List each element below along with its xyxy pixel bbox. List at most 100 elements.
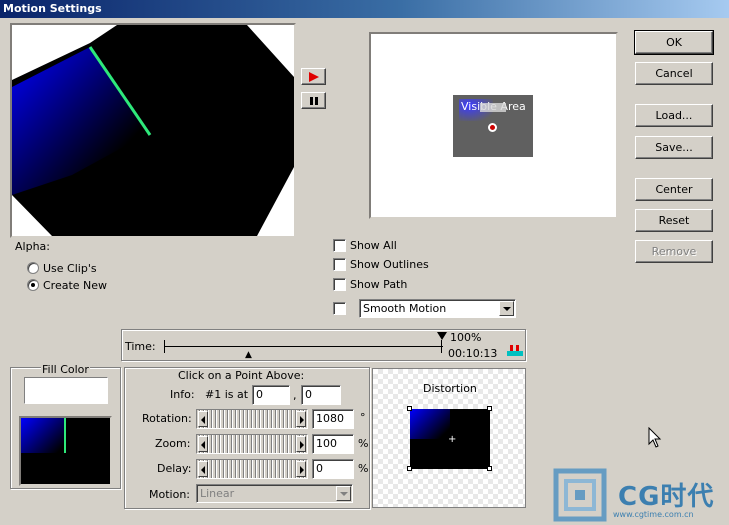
keyframe-icon[interactable] (507, 345, 523, 357)
show-path-label[interactable]: Show Path (350, 278, 407, 291)
time-track-end (441, 340, 442, 353)
alpha-label: Alpha: (15, 240, 50, 253)
rotation-unit: ° (360, 411, 366, 424)
play-icon (308, 71, 319, 82)
play-button[interactable] (301, 68, 326, 85)
delay-slider[interactable] (196, 459, 308, 479)
pause-icon (309, 96, 318, 105)
use-clips-radio[interactable] (27, 262, 39, 274)
zoom-decrease-icon[interactable] (198, 436, 208, 452)
distortion-handle-bottom-right[interactable] (487, 466, 492, 471)
info-comma: , (293, 389, 297, 402)
rotation-label: Rotation: (142, 412, 192, 425)
rotation-value: 1080 (316, 412, 344, 425)
delay-field[interactable]: 0 (312, 459, 354, 479)
motion-type-select[interactable]: Linear (196, 484, 353, 503)
center-point-icon[interactable] (488, 123, 497, 132)
show-outlines-label[interactable]: Show Outlines (350, 258, 429, 271)
ok-button[interactable]: OK (634, 30, 714, 55)
watermark-brand: CG时代 (618, 482, 715, 512)
delay-decrease-icon[interactable] (198, 461, 208, 477)
delay-label: Delay: (157, 462, 192, 475)
delay-increase-icon[interactable] (296, 461, 306, 477)
create-new-radio[interactable] (27, 279, 39, 291)
visible-area-box[interactable]: Visible Area (453, 95, 533, 157)
cgtime-logo-icon (553, 468, 607, 522)
show-all-label[interactable]: Show All (350, 239, 397, 252)
motion-preview[interactable]: Visible Area (369, 32, 618, 219)
use-clips-label[interactable]: Use Clip's (43, 262, 97, 275)
fill-color-swatch[interactable] (24, 377, 108, 404)
zoom-field[interactable]: 100 (312, 434, 354, 454)
distortion-handle-bottom-left[interactable] (407, 466, 412, 471)
time-panel: Time: ▲ 100% 00:10:13 (121, 329, 526, 361)
rotation-increase-icon[interactable] (296, 411, 306, 427)
fill-color-label: Fill Color (41, 363, 90, 376)
clip-preview[interactable] (10, 23, 296, 238)
center-button[interactable]: Center (635, 178, 713, 201)
cancel-button[interactable]: Cancel (635, 62, 713, 85)
watermark-url: www.cgtime.com.cn (613, 510, 694, 519)
show-path-checkbox[interactable] (333, 278, 346, 291)
clip-preview-image (12, 25, 294, 236)
point-panel: Click on a Point Above: Info: #1 is at 0… (124, 367, 370, 509)
delay-value: 0 (316, 462, 323, 475)
info-label: Info: (170, 388, 195, 401)
time-cursor-icon[interactable]: ▲ (245, 351, 252, 360)
chevron-down-icon[interactable] (499, 301, 514, 316)
distortion-box[interactable]: + (410, 409, 490, 469)
remove-label: Remove (651, 245, 697, 258)
create-new-label[interactable]: Create New (43, 279, 107, 292)
remove-button[interactable]: Remove (635, 240, 713, 263)
motion-type-value: Linear (200, 487, 235, 500)
load-label: Load... (655, 109, 693, 122)
distortion-handle-top-right[interactable] (487, 406, 492, 411)
watermark: CG时代 www.cgtime.com.cn (553, 468, 729, 525)
distortion-handle-top-left[interactable] (407, 406, 412, 411)
show-all-checkbox[interactable] (333, 239, 346, 252)
cancel-label: Cancel (655, 67, 693, 80)
zoom-value: 100 (316, 437, 337, 450)
smooth-motion-checkbox[interactable] (333, 302, 346, 315)
reset-label: Reset (658, 214, 690, 227)
distortion-panel[interactable]: Distortion + (372, 368, 526, 508)
time-track-start (164, 340, 165, 353)
point-y-value: 0 (305, 388, 312, 401)
zoom-increase-icon[interactable] (296, 436, 306, 452)
chevron-down-icon[interactable] (336, 486, 351, 501)
mouse-cursor-icon (648, 427, 662, 448)
show-outlines-checkbox[interactable] (333, 258, 346, 271)
title-bar[interactable]: Motion Settings (0, 0, 729, 18)
zoom-slider[interactable] (196, 434, 308, 454)
time-track[interactable] (164, 346, 443, 347)
zoom-label: Zoom: (155, 437, 191, 450)
time-label: Time: (125, 340, 156, 353)
window-title: Motion Settings (3, 2, 102, 15)
rotation-decrease-icon[interactable] (198, 411, 208, 427)
distortion-center-icon: + (448, 434, 457, 445)
save-label: Save... (655, 141, 693, 154)
motion-mode-select[interactable]: Smooth Motion (359, 299, 516, 318)
point-y-field[interactable]: 0 (301, 385, 341, 405)
zoom-unit: % (358, 437, 369, 450)
pause-button[interactable] (301, 92, 326, 109)
point-x-value: 0 (256, 388, 263, 401)
reset-button[interactable]: Reset (635, 209, 713, 232)
load-button[interactable]: Load... (635, 104, 713, 127)
rotation-slider[interactable] (196, 409, 308, 429)
ok-label: OK (666, 36, 682, 49)
point-x-field[interactable]: 0 (252, 385, 290, 405)
rotation-field[interactable]: 1080 (312, 409, 354, 429)
distortion-label: Distortion (423, 382, 477, 395)
save-button[interactable]: Save... (635, 136, 713, 159)
fill-color-panel: Fill Color (10, 363, 121, 489)
time-timecode: 00:10:13 (448, 347, 498, 360)
point-heading: Click on a Point Above: (178, 369, 305, 382)
center-label: Center (655, 183, 693, 196)
time-percent: 100% (450, 331, 482, 344)
time-end-marker-icon[interactable] (437, 332, 447, 340)
info-text: #1 is at (205, 388, 249, 401)
selection-highlight (480, 103, 506, 112)
fill-color-preview (19, 416, 112, 486)
motion-mode-value: Smooth Motion (363, 302, 447, 315)
